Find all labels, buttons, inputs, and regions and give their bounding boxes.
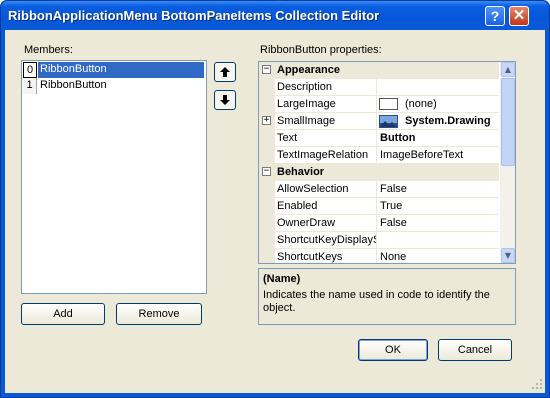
- move-up-button[interactable]: [214, 62, 236, 82]
- member-name: RibbonButton: [40, 79, 107, 91]
- row-gutter: [259, 147, 275, 164]
- property-value[interactable]: ImageBeforeText: [377, 147, 499, 164]
- property-row[interactable]: Enabled True: [259, 198, 499, 215]
- members-list[interactable]: 0 RibbonButton 1 RibbonButton: [21, 60, 207, 294]
- row-gutter: [259, 130, 275, 147]
- image-thumbnail-icon: [379, 115, 398, 128]
- property-row[interactable]: LargeImage (none): [259, 96, 499, 113]
- member-item[interactable]: 1 RibbonButton: [23, 78, 204, 94]
- property-row[interactable]: OwnerDraw False: [259, 215, 499, 232]
- property-name: ShortcutKeys: [275, 249, 377, 263]
- property-name: ShortcutKeyDisplayString: [275, 232, 377, 249]
- property-value[interactable]: False: [377, 215, 499, 232]
- row-gutter: +: [259, 113, 275, 130]
- close-icon[interactable]: ✕: [509, 6, 529, 26]
- property-name: TextImageRelation: [275, 147, 377, 164]
- category-appearance[interactable]: − Appearance: [259, 62, 499, 79]
- scroll-up-icon[interactable]: ▲: [501, 62, 515, 77]
- property-name: Enabled: [275, 198, 377, 215]
- property-value: System.Drawing: [405, 115, 491, 127]
- property-value[interactable]: True: [377, 198, 499, 215]
- property-value-cell[interactable]: (none): [377, 96, 499, 113]
- property-name: OwnerDraw: [275, 215, 377, 232]
- property-value[interactable]: [377, 232, 499, 249]
- property-name: Description: [275, 79, 377, 96]
- property-name: LargeImage: [275, 96, 377, 113]
- property-value-cell[interactable]: System.Drawing: [377, 113, 499, 130]
- property-name: AllowSelection: [275, 181, 377, 198]
- property-row[interactable]: ShortcutKeyDisplayString: [259, 232, 499, 249]
- property-value[interactable]: None: [377, 249, 499, 263]
- category-name: Behavior: [277, 166, 325, 178]
- collection-editor-window: RibbonApplicationMenu BottomPaneItems Co…: [0, 0, 550, 398]
- property-value: (none): [405, 98, 437, 110]
- property-scrollbar[interactable]: ▲ ▼: [500, 62, 515, 263]
- description-text: Indicates the name used in code to ident…: [263, 289, 490, 314]
- expand-icon[interactable]: +: [262, 116, 271, 125]
- remove-button[interactable]: Remove: [116, 303, 202, 325]
- title-bar[interactable]: RibbonApplicationMenu BottomPaneItems Co…: [1, 1, 549, 30]
- arrow-down-icon: [220, 95, 230, 105]
- cancel-button[interactable]: Cancel: [438, 339, 512, 361]
- property-row[interactable]: + SmallImage System.Drawing: [259, 113, 499, 130]
- member-item[interactable]: 0 RibbonButton: [23, 62, 204, 78]
- arrow-up-icon: [220, 67, 230, 77]
- dialog-body: Members: 0 RibbonButton 1 RibbonButton A…: [5, 30, 545, 393]
- members-label: Members:: [24, 44, 73, 56]
- property-description-panel: (Name) Indicates the name used in code t…: [258, 268, 516, 325]
- property-value[interactable]: Button: [377, 130, 499, 147]
- description-title: (Name): [263, 273, 301, 285]
- resize-grip-icon[interactable]: [531, 378, 543, 390]
- properties-label: RibbonButton properties:: [260, 44, 382, 56]
- image-swatch-empty: [379, 98, 398, 110]
- property-row[interactable]: Description: [259, 79, 499, 96]
- row-gutter: [259, 232, 275, 249]
- row-gutter: [259, 249, 275, 263]
- property-row[interactable]: Text Button: [259, 130, 499, 147]
- category-name: Appearance: [277, 64, 340, 76]
- row-gutter: [259, 96, 275, 113]
- property-grid[interactable]: − Appearance Description LargeImage (non…: [258, 61, 516, 264]
- collapse-icon[interactable]: −: [262, 167, 271, 176]
- member-index: 0: [23, 62, 37, 78]
- row-gutter: [259, 79, 275, 96]
- add-button[interactable]: Add: [21, 303, 105, 325]
- property-row[interactable]: TextImageRelation ImageBeforeText: [259, 147, 499, 164]
- property-name: Text: [275, 130, 377, 147]
- property-name: SmallImage: [275, 113, 377, 130]
- move-down-button[interactable]: [214, 90, 236, 110]
- row-gutter: [259, 215, 275, 232]
- help-icon[interactable]: ?: [485, 6, 505, 26]
- row-gutter: [259, 181, 275, 198]
- scroll-down-icon[interactable]: ▼: [501, 248, 515, 263]
- property-value[interactable]: False: [377, 181, 499, 198]
- row-gutter: [259, 198, 275, 215]
- property-row[interactable]: AllowSelection False: [259, 181, 499, 198]
- member-name: RibbonButton: [38, 62, 204, 78]
- scroll-thumb[interactable]: [501, 78, 515, 166]
- window-title: RibbonApplicationMenu BottomPaneItems Co…: [8, 8, 380, 23]
- ok-button[interactable]: OK: [358, 339, 428, 361]
- category-behavior[interactable]: − Behavior: [259, 164, 499, 181]
- property-row[interactable]: ShortcutKeys None: [259, 249, 499, 263]
- property-value[interactable]: [377, 79, 499, 96]
- collapse-icon[interactable]: −: [262, 65, 271, 74]
- member-index: 1: [23, 78, 37, 94]
